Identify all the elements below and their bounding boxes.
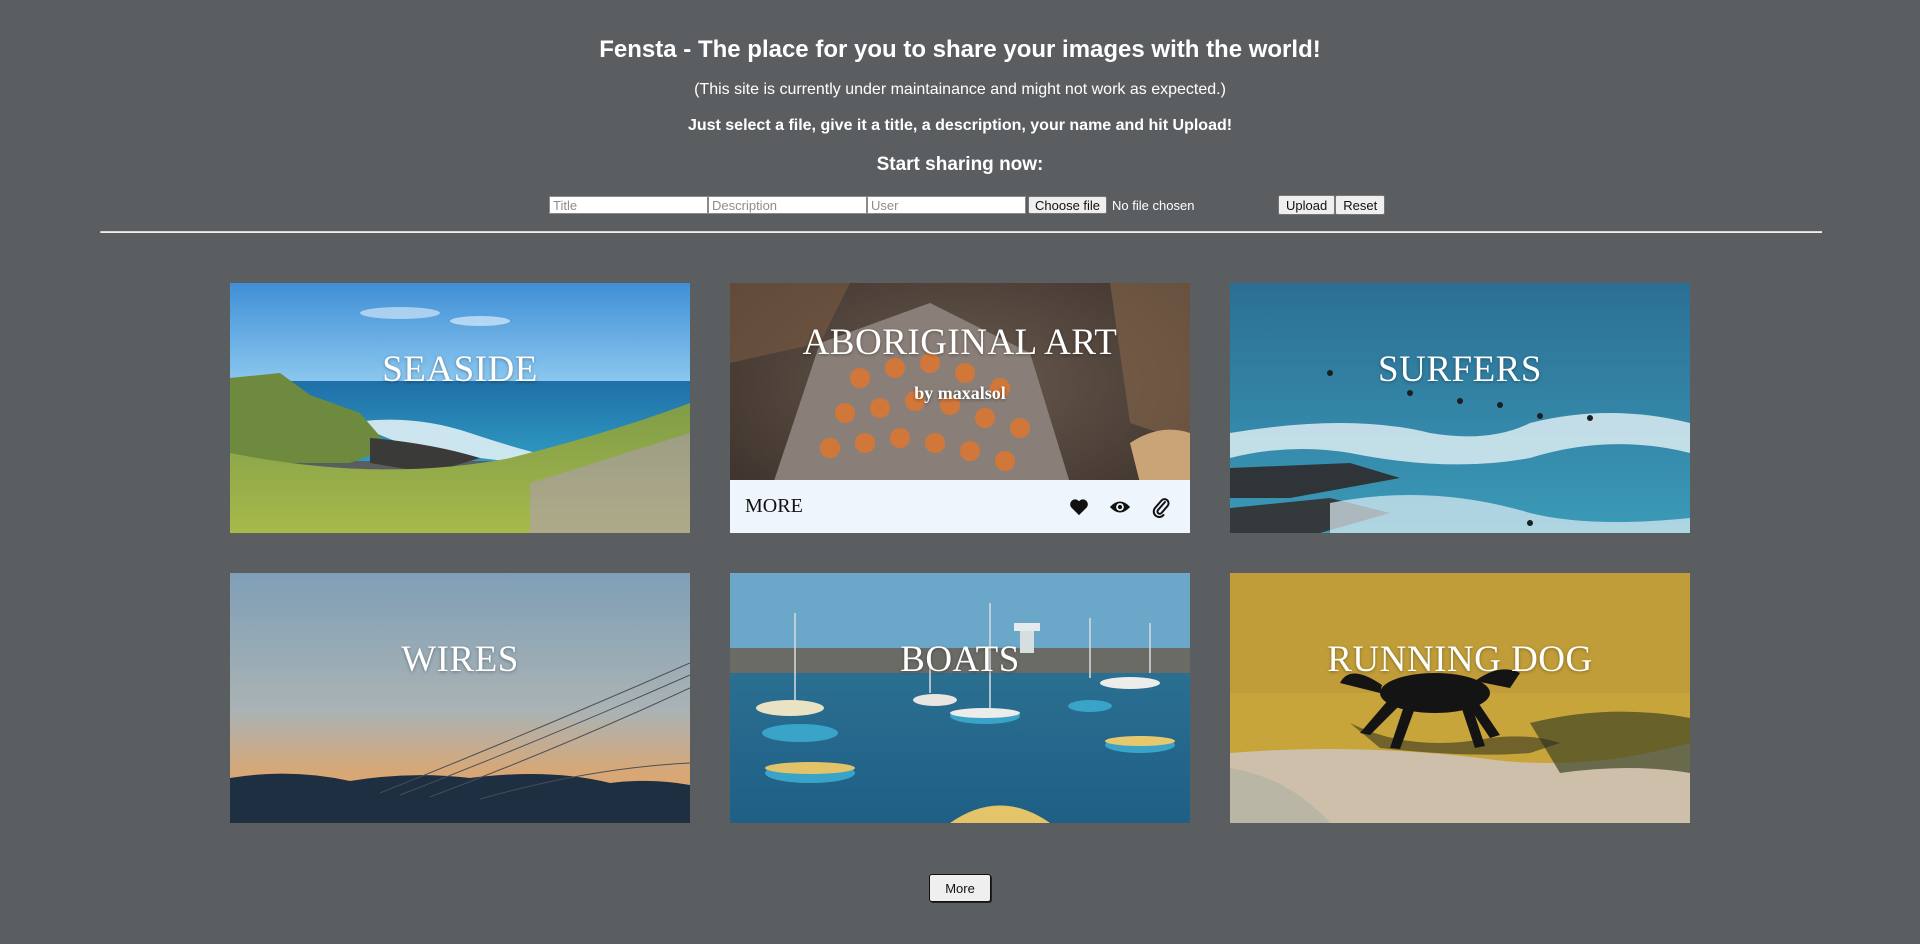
upload-instructions: Just select a file, give it a title, a d… (687, 117, 1233, 134)
card-title: RUNNING DOG (1327, 639, 1593, 680)
wires-photo (230, 573, 690, 823)
gallery-card-wires[interactable]: WIRES (230, 573, 690, 823)
seaside-photo (230, 283, 690, 533)
running-dog-photo (1230, 573, 1690, 823)
card-title: SEASIDE (382, 349, 538, 390)
description-input[interactable] (708, 196, 867, 214)
card-title: WIRES (401, 639, 519, 680)
boats-photo (730, 573, 1190, 823)
gallery-card-aboriginal-art[interactable]: ABORIGINAL ART by maxalsol MORE (730, 283, 1190, 533)
upload-button[interactable]: Upload (1278, 195, 1336, 215)
card-title: ABORIGINAL ART (802, 322, 1118, 363)
surfers-photo (1230, 283, 1690, 533)
paperclip-icon[interactable] (1149, 495, 1173, 519)
file-status: No file chosen (1112, 197, 1195, 213)
header-divider (100, 231, 1822, 233)
card-title: BOATS (900, 639, 1020, 680)
site-title: Fensta - The place for you to share your… (599, 36, 1321, 63)
more-link[interactable]: MORE (745, 495, 1067, 518)
maintenance-notice: (This site is currently under maintainan… (694, 81, 1226, 98)
card-author: by maxalsol (914, 383, 1006, 403)
title-input[interactable] (549, 196, 708, 214)
upload-form: Choose file No file chosen Upload Reset (549, 195, 1386, 215)
user-input[interactable] (867, 196, 1026, 214)
choose-file-button[interactable]: Choose file (1028, 196, 1108, 214)
start-sharing-heading: Start sharing now: (876, 154, 1044, 175)
gallery-card-seaside[interactable]: SEASIDE (230, 283, 690, 533)
gallery-card-boats[interactable]: BOATS (730, 573, 1190, 823)
card-footer: MORE (730, 480, 1190, 533)
gallery-card-running-dog[interactable]: RUNNING DOG (1230, 573, 1690, 823)
reset-button[interactable]: Reset (1335, 195, 1386, 215)
more-button[interactable]: More (929, 874, 991, 902)
card-title: SURFERS (1378, 349, 1542, 390)
page: Fensta - The place for you to share your… (0, 0, 1920, 944)
heart-icon[interactable] (1067, 495, 1091, 519)
gallery-card-surfers[interactable]: SURFERS (1230, 283, 1690, 533)
eye-icon[interactable] (1108, 495, 1132, 519)
